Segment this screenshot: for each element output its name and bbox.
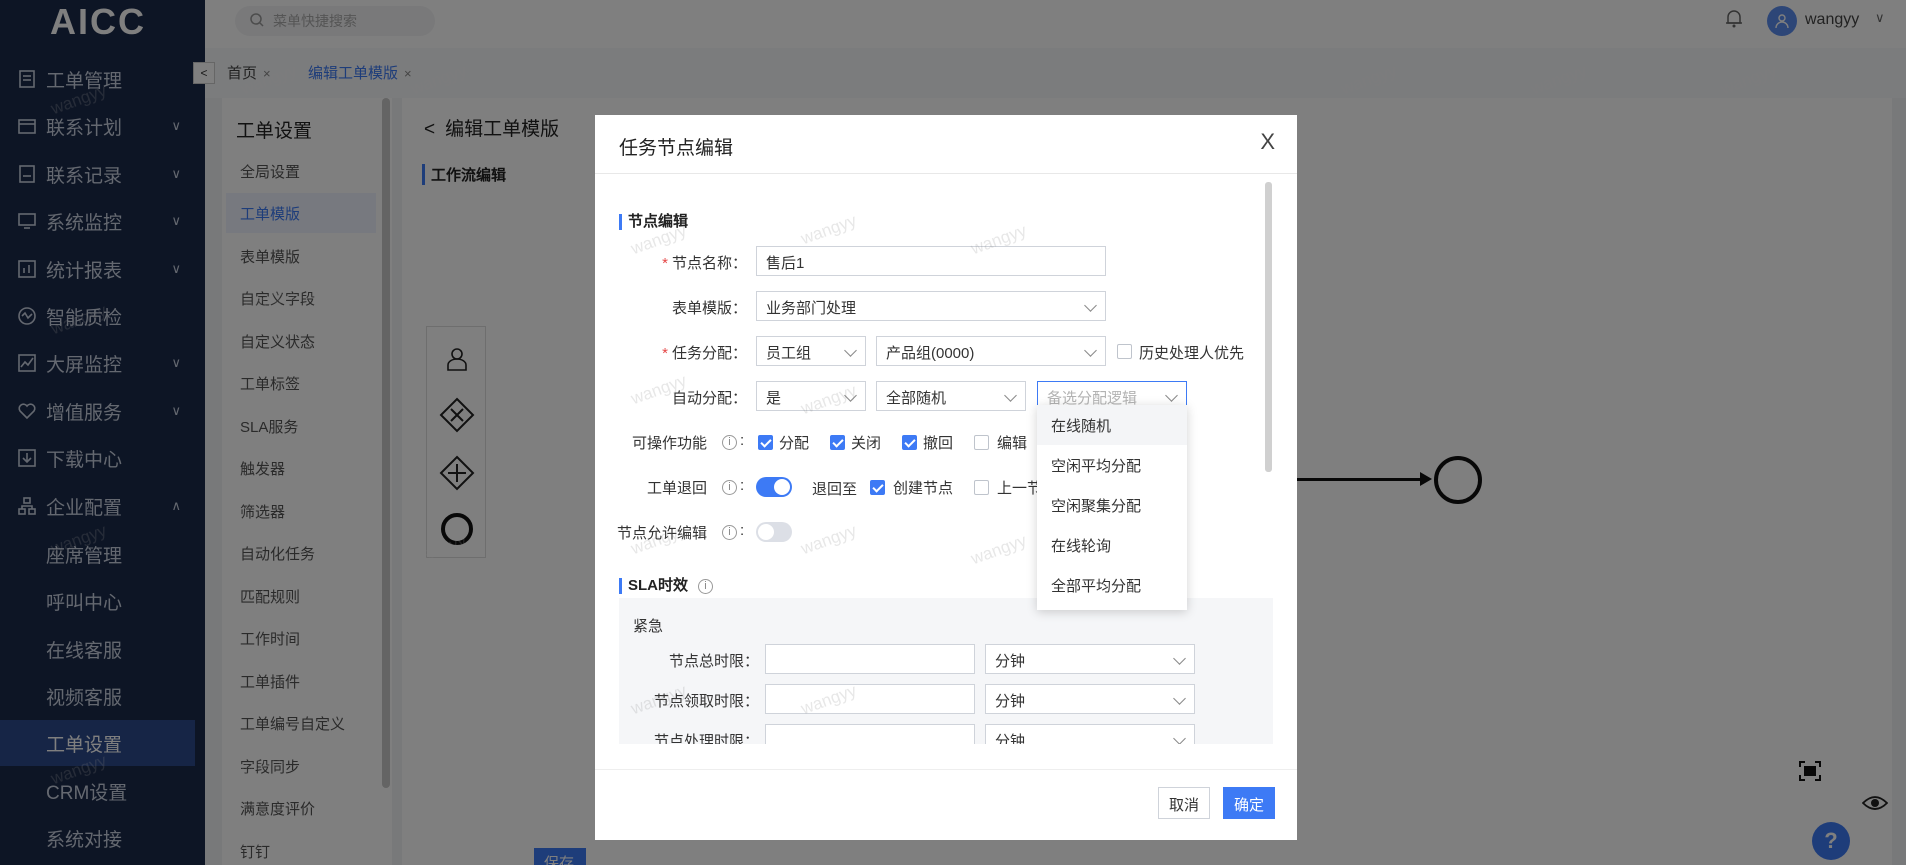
info-icon[interactable]: i	[722, 480, 737, 495]
sla-claim-unit-select[interactable]: 分钟	[985, 684, 1195, 714]
confirm-button[interactable]: 确定	[1223, 787, 1276, 819]
sla-claim-limit-input[interactable]	[765, 684, 975, 714]
auto-assign-enabled-value: 是	[766, 390, 782, 407]
chevron-down-icon	[1084, 344, 1097, 357]
sla-total-unit-select[interactable]: 分钟	[985, 644, 1195, 674]
dialog-body: 节点编辑 * 节点名称： 售后1 表单模版： 业务部门处理 * 任务分配： 员工组 …	[595, 174, 1297, 744]
operations-label: 可操作功能	[631, 435, 707, 452]
dropdown-option[interactable]: 空闲聚集分配	[1037, 485, 1187, 525]
sla-section-title: SLA时效	[619, 578, 688, 594]
form-template-select[interactable]: 业务部门处理	[756, 291, 1106, 321]
node-edit-section-title: 节点编辑	[619, 214, 688, 230]
operation-edit-checkbox[interactable]	[974, 435, 989, 450]
info-icon[interactable]: i	[722, 435, 737, 450]
auto-assign-enabled-select[interactable]: 是	[756, 381, 866, 411]
dialog-scrollbar[interactable]	[1265, 182, 1272, 472]
task-node-edit-dialog: 任务节点编辑 X 节点编辑 * 节点名称： 售后1 表单模版： 业务部门处理 * 任…	[595, 115, 1297, 840]
dropdown-option[interactable]: 空闲平均分配	[1037, 445, 1187, 485]
return-to-label: 退回至	[812, 481, 858, 498]
node-name-label-text: 节点名称：	[671, 255, 747, 272]
colon: :	[740, 477, 745, 494]
chevron-down-icon	[1165, 389, 1178, 402]
create-node-checkbox[interactable]	[870, 480, 885, 495]
task-assign-label-text: 任务分配：	[671, 345, 747, 362]
dropdown-option[interactable]: 在线轮询	[1037, 525, 1187, 565]
operation-assign-checkbox[interactable]	[758, 435, 773, 450]
sla-unit-value: 分钟	[995, 693, 1026, 710]
assign-type-select[interactable]: 员工组	[756, 336, 866, 366]
colon: :	[740, 522, 745, 539]
sla-unit-value: 分钟	[995, 653, 1026, 670]
sla-process-limit-input[interactable]	[765, 724, 975, 744]
chevron-down-icon	[1173, 732, 1186, 744]
node-name-input[interactable]: 售后1	[756, 246, 1106, 276]
cancel-button[interactable]: 取消	[1158, 787, 1211, 819]
required-mark: *	[662, 345, 668, 362]
history-handler-checkbox[interactable]	[1117, 344, 1132, 359]
operation-withdraw-label: 撤回	[923, 435, 954, 452]
form-template-value: 业务部门处理	[766, 300, 857, 317]
dialog-title: 任务节点编辑	[619, 138, 734, 159]
assign-type-value: 员工组	[766, 345, 812, 362]
node-edit-allow-label: 节点允许编辑	[616, 525, 707, 542]
sla-unit-value: 分钟	[995, 733, 1026, 744]
dropdown-option[interactable]: 在线随机	[1037, 405, 1187, 445]
task-assign-label: * 任务分配：	[635, 342, 747, 363]
sla-total-limit-input[interactable]	[765, 644, 975, 674]
history-handler-label: 历史处理人优先	[1139, 345, 1245, 362]
dropdown-option[interactable]: 全部平均分配	[1037, 565, 1187, 605]
prev-node-checkbox[interactable]	[974, 480, 989, 495]
info-icon[interactable]: i	[722, 525, 737, 540]
dialog-footer-divider	[595, 769, 1297, 770]
ticket-return-label: 工单退回	[646, 480, 707, 497]
chevron-down-icon	[1084, 299, 1097, 312]
colon: :	[740, 432, 745, 449]
auto-assign-scope-value: 全部随机	[886, 390, 947, 407]
operation-close-checkbox[interactable]	[830, 435, 845, 450]
chevron-down-icon	[844, 389, 857, 402]
sla-process-unit-select[interactable]: 分钟	[985, 724, 1195, 744]
operation-assign-label: 分配	[779, 435, 810, 452]
chevron-down-icon	[1004, 389, 1017, 402]
sla-row-label: 节点总时限：	[668, 653, 759, 670]
node-name-label: * 节点名称：	[635, 252, 747, 273]
assign-group-value: 产品组(0000)	[886, 345, 975, 362]
operation-close-label: 关闭	[851, 435, 882, 452]
chevron-down-icon	[844, 344, 857, 357]
node-edit-toggle[interactable]	[756, 522, 792, 542]
ticket-return-toggle[interactable]	[756, 477, 792, 497]
auto-assign-scope-select[interactable]: 全部随机	[876, 381, 1026, 411]
close-icon[interactable]: X	[1260, 129, 1275, 155]
assign-group-select[interactable]: 产品组(0000)	[876, 336, 1106, 366]
fallback-logic-dropdown: 在线随机 空闲平均分配 空闲聚集分配 在线轮询 全部平均分配	[1037, 405, 1187, 610]
chevron-down-icon	[1173, 652, 1186, 665]
sla-urgent-panel: 紧急 节点总时限： 分钟 节点领取时限： 分钟 节点处理时限： 分钟	[619, 598, 1273, 744]
sla-row-label: 节点处理时限：	[653, 733, 759, 744]
auto-assign-label: 自动分配：	[671, 390, 747, 407]
chevron-down-icon	[1173, 692, 1186, 705]
required-mark: *	[662, 255, 668, 272]
sla-row-label: 节点领取时限：	[653, 693, 759, 710]
sla-level-label: 紧急	[633, 618, 664, 635]
form-template-label: 表单模版：	[671, 300, 747, 317]
create-node-label: 创建节点	[893, 480, 954, 497]
operation-edit-label: 编辑	[997, 435, 1028, 452]
prev-node-label: 上一节	[997, 480, 1043, 497]
info-icon[interactable]: i	[698, 579, 713, 594]
operation-withdraw-checkbox[interactable]	[902, 435, 917, 450]
